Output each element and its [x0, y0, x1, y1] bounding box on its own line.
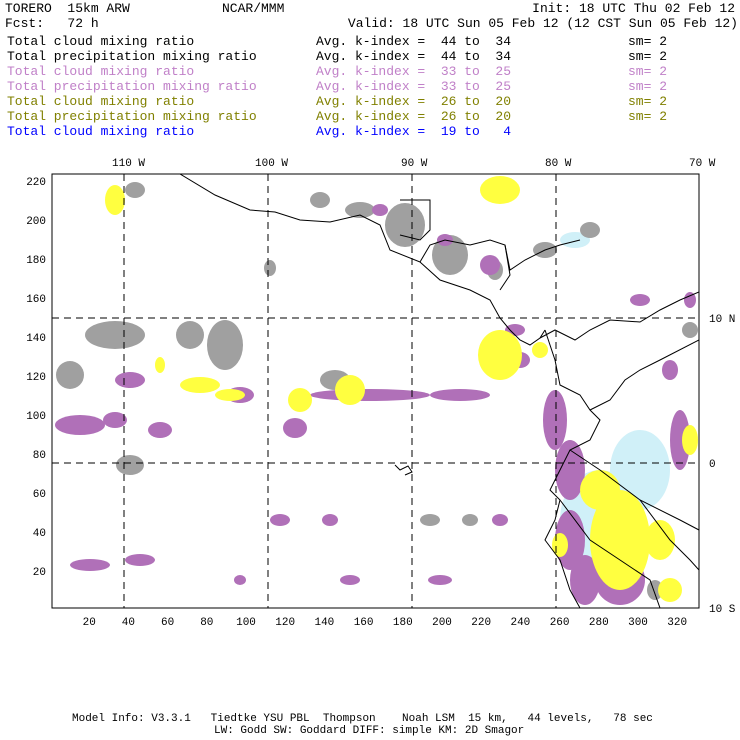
high-cloud-region — [207, 320, 243, 370]
high-cloud-region — [345, 202, 375, 218]
mid-cloud-region — [270, 514, 290, 526]
y-tick-labels: 20 40 60 80 100 120 140 160 180 200 220 — [26, 177, 46, 579]
y-tick-label: 140 — [26, 333, 46, 345]
model-physics: LW: Godd SW: Goddard DIFF: simple KM: 2D… — [214, 725, 525, 737]
high-cloud-region — [310, 192, 330, 208]
low-cloud-region — [215, 389, 245, 401]
x-tick-label: 20 — [83, 617, 96, 629]
y-tick-label: 40 — [33, 528, 46, 540]
mid-cloud-region — [340, 575, 360, 585]
x-tick-label: 80 — [200, 617, 213, 629]
x-tick-label: 280 — [589, 617, 609, 629]
low-cloud-region — [335, 375, 365, 405]
x-tick-label: 160 — [354, 617, 374, 629]
mid-cloud-region — [430, 389, 490, 401]
lon-label: 110 W — [112, 158, 145, 170]
mid-cloud-region — [234, 575, 246, 585]
y-tick-label: 60 — [33, 489, 46, 501]
y-tick-label: 120 — [26, 372, 46, 384]
y-tick-label: 20 — [33, 567, 46, 579]
x-tick-label: 240 — [510, 617, 530, 629]
high-cloud-region — [125, 182, 145, 198]
mid-cloud-region — [492, 514, 508, 526]
x-tick-label: 60 — [161, 617, 174, 629]
mid-cloud-region — [125, 554, 155, 566]
low-cloud-region — [552, 533, 568, 557]
low-cloud-region — [480, 176, 520, 204]
lat-label: 10 S — [709, 604, 736, 616]
mid-cloud-region — [543, 390, 567, 450]
mid-cloud-region — [283, 418, 307, 438]
x-tick-label: 260 — [550, 617, 570, 629]
mid-cloud-region — [55, 415, 105, 435]
y-tick-label: 180 — [26, 255, 46, 267]
y-tick-label: 220 — [26, 177, 46, 189]
high-cloud-region — [420, 514, 440, 526]
y-tick-label: 160 — [26, 294, 46, 306]
x-tick-labels: 20 40 60 80 100 120 140 160 180 200 220 240 260 280 30… — [83, 617, 688, 629]
high-cloud-region — [580, 222, 600, 238]
low-cloud-region — [155, 357, 165, 373]
y-tick-label: 100 — [26, 411, 46, 423]
x-tick-label: 100 — [236, 617, 256, 629]
lat-label: 0 — [709, 459, 716, 471]
low-cloud-region — [288, 388, 312, 412]
x-tick-label: 180 — [393, 617, 413, 629]
x-tick-label: 220 — [471, 617, 491, 629]
lon-label: 100 W — [255, 158, 288, 170]
y-tick-label: 200 — [26, 216, 46, 228]
high-cloud-region — [176, 321, 204, 349]
low-cloud-region — [478, 330, 522, 380]
x-tick-label: 40 — [122, 617, 135, 629]
cloud-fields — [55, 176, 698, 605]
x-tick-label: 140 — [314, 617, 334, 629]
cloud-map: 110 W 100 W 90 W 80 W 70 W 10 N 0 10 S 2… — [26, 158, 736, 629]
high-cloud-region — [116, 455, 144, 475]
low-cloud-region — [105, 185, 125, 215]
mid-cloud-region — [148, 422, 172, 438]
lon-label: 70 W — [689, 158, 716, 170]
high-cloud-region — [682, 322, 698, 338]
x-tick-label: 200 — [432, 617, 452, 629]
mid-cloud-region — [428, 575, 452, 585]
high-cloud-region — [385, 203, 425, 247]
high-cloud-region — [264, 260, 276, 276]
low-cloud-region — [658, 578, 682, 602]
high-cloud-region — [462, 514, 478, 526]
low-cloud-region — [580, 470, 620, 510]
lat-label: 10 N — [709, 314, 735, 326]
mid-cloud-region — [372, 204, 388, 216]
mid-cloud-region — [662, 360, 678, 380]
mid-cloud-region — [103, 412, 127, 428]
lon-label: 80 W — [545, 158, 572, 170]
mid-cloud-region — [322, 514, 338, 526]
low-cloud-region — [682, 425, 698, 455]
x-tick-label: 300 — [628, 617, 648, 629]
low-cloud-region — [532, 342, 548, 358]
mid-cloud-region — [70, 559, 110, 571]
y-tick-label: 80 — [33, 450, 46, 462]
mid-cloud-region — [630, 294, 650, 306]
high-cloud-region — [56, 361, 84, 389]
longitude-labels: 110 W 100 W 90 W 80 W 70 W — [112, 158, 716, 170]
high-cloud-region — [85, 321, 145, 349]
mid-cloud-region — [480, 255, 500, 275]
lon-label: 90 W — [401, 158, 428, 170]
low-cloud-region — [180, 377, 220, 393]
latitude-labels: 10 N 0 10 S — [709, 314, 736, 616]
mid-cloud-region — [115, 372, 145, 388]
x-tick-label: 320 — [667, 617, 687, 629]
x-tick-label: 120 — [275, 617, 295, 629]
